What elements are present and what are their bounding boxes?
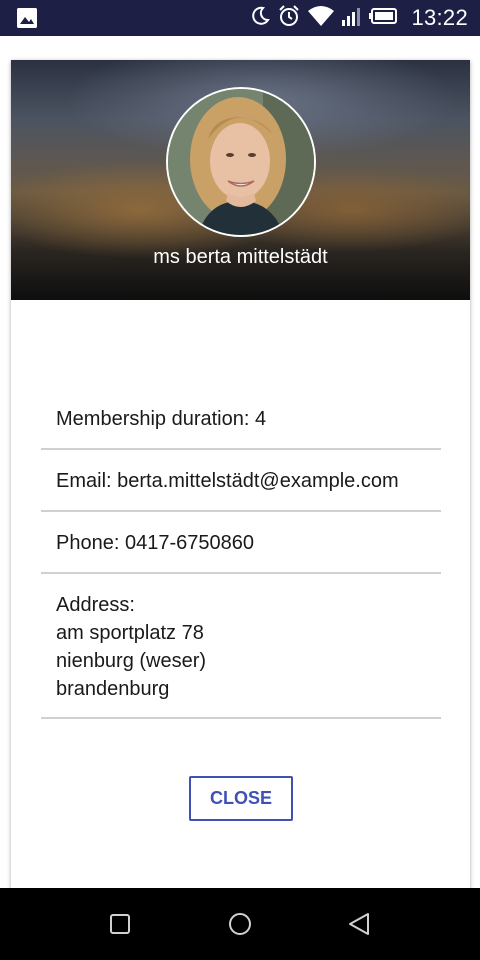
wifi-icon [307,5,335,32]
avatar [166,87,316,237]
profile-header: ms berta mittelstädt [11,60,470,300]
phone-row: Phone: 0417-6750860 [41,512,441,574]
profile-dialog: ms berta mittelstädt Membership duration… [11,60,470,890]
gallery-icon [17,8,37,28]
profile-details: Membership duration: 4 Email: berta.mitt… [41,390,441,719]
address-street: am sportplatz 78 [56,622,204,644]
membership-row: Membership duration: 4 [41,390,441,450]
address-state: brandenburg [56,678,170,700]
phone-text: Phone: 0417-6750860 [56,532,254,554]
square-icon[interactable] [106,910,134,938]
membership-text: Membership duration: 4 [56,408,267,430]
circle-icon[interactable] [226,910,254,938]
clock: 13:22 [411,5,468,30]
battery-icon [369,6,399,31]
signal-icon [341,5,363,32]
close-button[interactable]: CLOSE [189,776,293,821]
status-bar: 13:22 [0,0,480,36]
navigation-bar [0,888,480,960]
address-row: Address: am sportplatz 78 nienburg (wese… [41,574,441,719]
moon-icon [249,5,271,32]
triangle-back-icon[interactable] [346,910,374,938]
alarm-icon [277,4,301,33]
address-label: Address: [56,594,135,616]
email-text: Email: berta.mittelstädt@example.com [56,470,399,492]
address-city: nienburg (weser) [56,650,207,672]
profile-name: ms berta mittelstädt [153,246,328,268]
email-row: Email: berta.mittelstädt@example.com [41,450,441,512]
